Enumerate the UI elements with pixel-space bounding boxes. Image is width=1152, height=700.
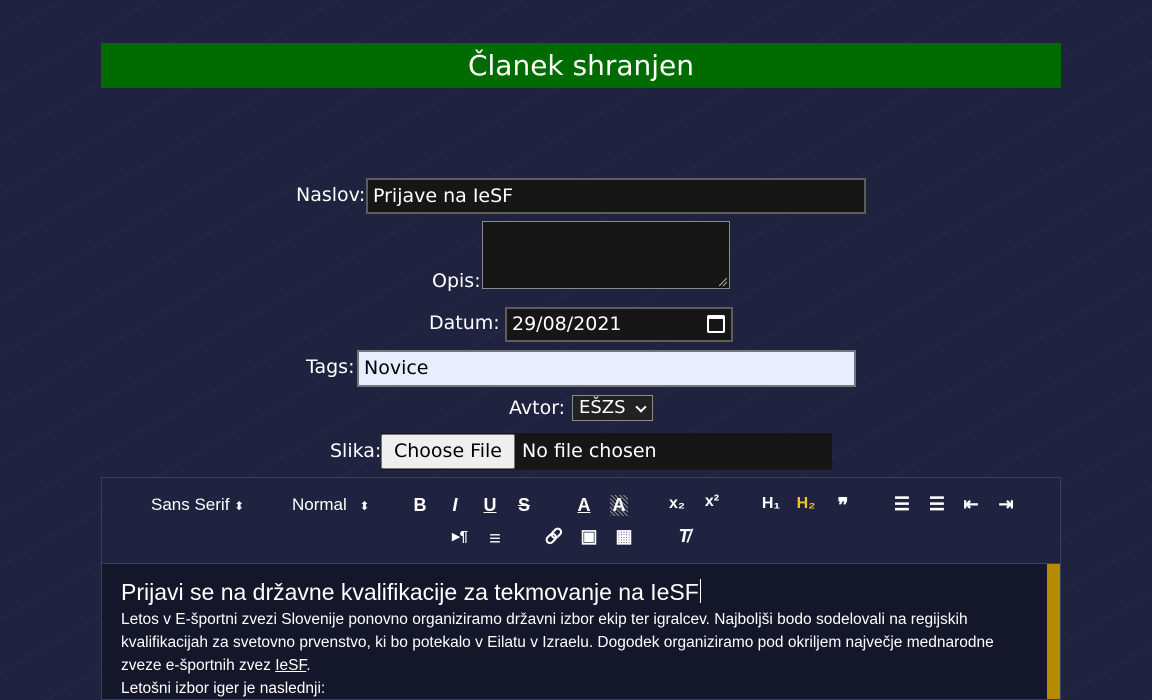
- image-label: Slika:: [330, 440, 382, 462]
- paragraph-text: Letos v E-športni zvezi Slovenije ponovn…: [121, 611, 994, 674]
- author-label: Avtor:: [509, 397, 566, 419]
- font-family-picker[interactable]: Sans Serif ⬍: [151, 495, 244, 515]
- align-icon[interactable]: ≡: [484, 528, 506, 551]
- italic-icon[interactable]: I: [446, 495, 464, 516]
- bullet-list-icon[interactable]: ☰: [926, 494, 948, 515]
- tags-label: Tags:: [306, 356, 355, 378]
- file-input[interactable]: Choose File No file chosen: [381, 433, 832, 470]
- title-label: Naslov:: [296, 184, 366, 206]
- editor-scrollbar[interactable]: [1047, 564, 1060, 699]
- paragraph-text-2: Letošni izbor iger je naslednji:: [121, 680, 326, 697]
- font-size-picker[interactable]: Normal ⬍: [292, 495, 370, 515]
- date-label: Datum:: [429, 312, 500, 334]
- direction-rtl-icon[interactable]: ▸¶: [449, 527, 471, 545]
- saved-banner: Članek shranjen: [101, 43, 1061, 88]
- author-selected: EŠZS: [579, 397, 626, 418]
- paragraph-end: .: [306, 657, 311, 674]
- heading-1-icon[interactable]: H₁: [759, 495, 783, 513]
- font-family-value: Sans Serif: [151, 495, 230, 514]
- bold-icon[interactable]: B: [411, 495, 429, 516]
- date-input[interactable]: 29/08/2021: [505, 307, 733, 342]
- superscript-icon[interactable]: x²: [700, 493, 724, 511]
- underline-icon[interactable]: U: [481, 495, 499, 516]
- updown-icon: ⬍: [234, 499, 245, 513]
- image-icon[interactable]: ▣: [578, 526, 600, 547]
- editor-toolbar: Sans Serif ⬍ Normal ⬍ B I U S A A x₂ x² …: [101, 477, 1061, 563]
- heading-2-icon[interactable]: H₂: [794, 495, 818, 513]
- chevron-down-icon: [635, 401, 647, 413]
- outdent-icon[interactable]: ⇤: [960, 494, 982, 515]
- file-status: No file chosen: [522, 440, 657, 462]
- tags-input[interactable]: Novice: [357, 350, 856, 387]
- editor-heading: Prijavi se na državne kvalifikacije za t…: [121, 579, 701, 606]
- video-icon[interactable]: ▦: [613, 526, 635, 547]
- description-textarea[interactable]: [482, 221, 730, 289]
- strike-icon[interactable]: S: [515, 495, 533, 516]
- resize-grip-icon[interactable]: [719, 278, 727, 286]
- clean-format-icon[interactable]: T̸: [673, 526, 695, 547]
- iesf-link[interactable]: IeSF: [275, 657, 306, 674]
- text-color-icon[interactable]: A: [575, 495, 593, 516]
- date-value: 29/08/2021: [512, 313, 622, 335]
- background-color-icon[interactable]: A: [610, 495, 628, 516]
- updown-icon: ⬍: [359, 499, 370, 513]
- font-size-value: Normal: [292, 495, 347, 514]
- title-input[interactable]: Prijave na IeSF: [366, 178, 866, 214]
- indent-icon[interactable]: ⇥: [995, 494, 1017, 515]
- calendar-icon[interactable]: [707, 315, 725, 333]
- author-select[interactable]: EŠZS: [572, 395, 653, 421]
- choose-file-button[interactable]: Choose File: [381, 434, 515, 469]
- blockquote-icon[interactable]: ❞: [831, 493, 855, 518]
- editor-heading-text: Prijavi se na državne kvalifikacije za t…: [121, 579, 699, 605]
- ordered-list-icon[interactable]: ☰: [891, 494, 913, 515]
- link-icon[interactable]: 🔗: [543, 527, 565, 545]
- editor-area[interactable]: Prijavi se na državne kvalifikacije za t…: [101, 563, 1061, 700]
- text-caret: [699, 579, 701, 603]
- editor-paragraph: Letos v E-športni zvezi Slovenije ponovn…: [121, 608, 1026, 699]
- subscript-icon[interactable]: x₂: [665, 495, 689, 513]
- description-label: Opis:: [432, 270, 481, 292]
